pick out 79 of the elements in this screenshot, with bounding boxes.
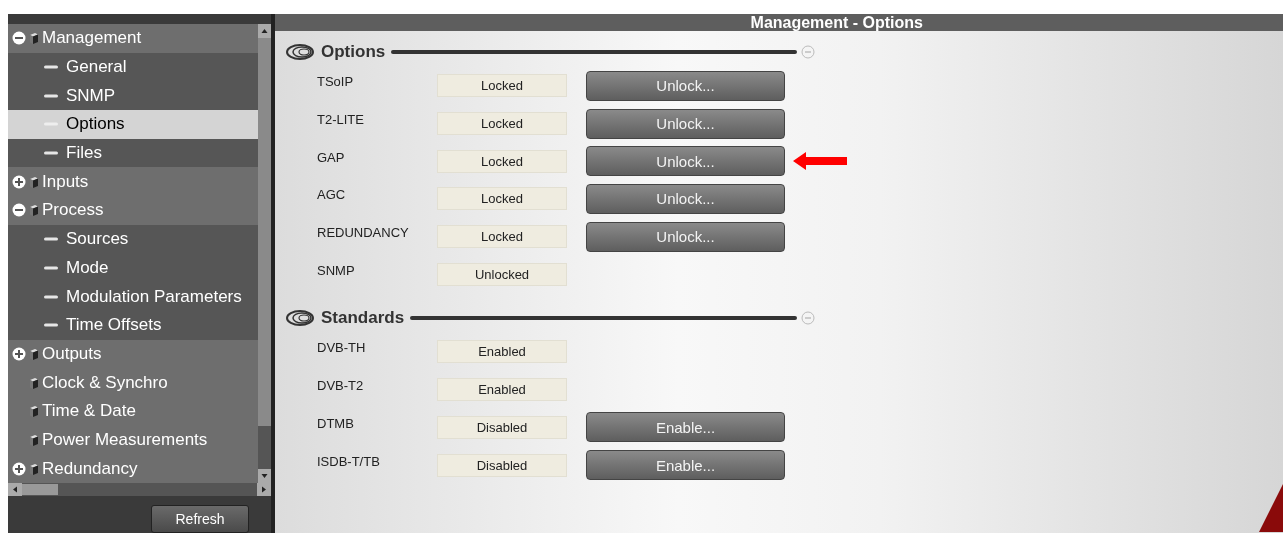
cube-icon xyxy=(29,462,39,475)
tree-item[interactable]: SNMP xyxy=(8,81,258,111)
dash-icon xyxy=(44,151,58,156)
tree-item[interactable]: General xyxy=(8,52,258,82)
scroll-down-icon[interactable] xyxy=(258,469,271,483)
status-field: Enabled xyxy=(437,340,567,364)
action-button[interactable]: Unlock... xyxy=(586,108,785,139)
status-field: Locked xyxy=(437,187,567,211)
scroll-thumb[interactable] xyxy=(258,38,271,426)
dash-icon xyxy=(44,323,58,328)
dash-icon xyxy=(44,93,58,98)
section-title: Options xyxy=(321,42,386,62)
action-button[interactable]: Enable... xyxy=(586,450,785,481)
collapse-icon[interactable] xyxy=(12,31,26,46)
option-label: DTMB xyxy=(317,415,355,431)
tree-item[interactable]: Files xyxy=(8,138,258,168)
section-title: Standards xyxy=(321,308,405,329)
rings-icon xyxy=(285,309,315,328)
tree-item[interactable]: Clock & Synchro xyxy=(8,368,258,397)
tree-item[interactable]: Outputs xyxy=(8,339,258,369)
option-label: AGC xyxy=(317,187,347,203)
tree-item[interactable]: Inputs xyxy=(8,167,258,197)
corner-decoration xyxy=(1259,483,1283,533)
rings-icon xyxy=(285,43,315,61)
status-field: Locked xyxy=(437,74,567,98)
option-label: DVB-T2 xyxy=(317,378,365,394)
tree-item[interactable]: Time Offsets xyxy=(8,310,258,340)
dash-icon xyxy=(44,294,58,299)
option-label: REDUNDANCY xyxy=(317,225,410,241)
horizontal-scrollbar[interactable] xyxy=(8,483,271,496)
option-label: ISDB-T/TB xyxy=(317,453,381,469)
action-button[interactable]: Unlock... xyxy=(586,183,785,214)
cube-icon xyxy=(29,376,39,389)
dash-icon xyxy=(44,65,58,70)
action-button[interactable]: Unlock... xyxy=(586,146,785,177)
cube-icon xyxy=(29,204,39,217)
vertical-scrollbar[interactable] xyxy=(258,24,271,483)
tree-item[interactable]: Modulation Parameters xyxy=(8,282,258,311)
action-button[interactable]: Enable... xyxy=(586,412,785,443)
scroll-up-icon[interactable] xyxy=(258,24,271,38)
page-title: Management - Options xyxy=(750,14,923,31)
option-label: SNMP xyxy=(317,262,356,278)
status-field: Locked xyxy=(437,112,567,136)
tree-item[interactable]: Options xyxy=(8,110,258,139)
option-label: DVB-TH xyxy=(317,340,367,356)
status-field: Disabled xyxy=(437,415,567,439)
option-label: T2-LITE xyxy=(317,112,365,128)
tree-item[interactable]: Redundancy xyxy=(8,454,258,483)
status-field: Disabled xyxy=(437,453,567,477)
tree-item[interactable]: Process xyxy=(8,196,258,225)
option-label: GAP xyxy=(317,149,346,165)
dash-icon xyxy=(44,122,58,127)
refresh-button[interactable]: Refresh xyxy=(151,505,249,533)
dash-icon xyxy=(44,265,58,270)
scroll-thumb[interactable] xyxy=(22,484,58,495)
option-label: TSoIP xyxy=(317,74,355,90)
cube-icon xyxy=(29,405,39,418)
scroll-left-icon[interactable] xyxy=(8,483,22,496)
status-field: Enabled xyxy=(437,378,567,402)
tree-item[interactable]: Mode xyxy=(8,253,258,283)
collapse-icon[interactable] xyxy=(12,203,26,218)
cube-icon xyxy=(29,347,39,360)
expand-icon[interactable] xyxy=(12,461,26,476)
cube-icon xyxy=(29,175,39,188)
action-button[interactable]: Unlock... xyxy=(586,70,785,101)
tree-item[interactable]: Time & Date xyxy=(8,396,258,426)
dash-icon xyxy=(44,237,58,242)
expand-icon[interactable] xyxy=(12,174,26,189)
tree-item[interactable]: Sources xyxy=(8,224,258,254)
cube-icon xyxy=(29,32,39,45)
status-field: Locked xyxy=(437,225,567,249)
scroll-right-icon[interactable] xyxy=(257,483,271,496)
cube-icon xyxy=(29,433,39,446)
status-field: Locked xyxy=(437,149,567,173)
status-field: Unlocked xyxy=(437,262,567,286)
action-button[interactable]: Unlock... xyxy=(586,221,785,252)
tree-item[interactable]: Management xyxy=(8,24,258,53)
expand-icon[interactable] xyxy=(12,346,26,361)
tree-item[interactable]: Power Measurements xyxy=(8,425,258,455)
